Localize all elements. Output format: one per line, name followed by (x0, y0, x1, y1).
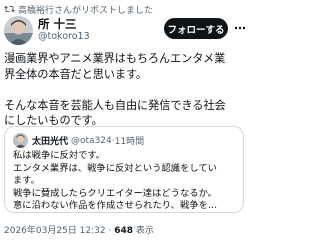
avatar-image (4, 16, 33, 45)
author-name[interactable]: 所 十三 (38, 17, 90, 31)
post-line: 漫画業界やアニメ業界はもちろんエンタメ業 (4, 52, 226, 65)
post-line: 界全体の本音だと思います。 (4, 67, 148, 81)
more-dots-icon[interactable] (234, 22, 246, 34)
quote-author-name: 太田光代 (32, 137, 69, 147)
quote-line: 私は戦争に反対です。 (13, 150, 106, 161)
quote-header: 太田光代 @ota324 · 11時間 (32, 134, 145, 148)
quote-line: 戦争に賛成したらクリエイター達はどうなるか。 (13, 187, 217, 199)
post-paragraph-gap (4, 82, 247, 98)
author-handle[interactable]: @tokoro13 (38, 31, 90, 43)
meta-separator: · (108, 226, 112, 236)
repost-banner-text: 高橋裕行さんがリポストしました (18, 5, 154, 16)
quoted-post-card[interactable]: 太田光代 @ota324 · 11時間 私は戦争に反対です。 エンタメ業界は、戦… (4, 126, 244, 213)
quote-author-avatar[interactable] (13, 133, 28, 148)
post-meta: 2026年03月25日 12:32 · 648 表示 (4, 223, 154, 236)
views-count: 648 (114, 226, 134, 236)
repost-icon (4, 5, 15, 13)
quote-line: ます。 (13, 175, 40, 186)
views-label: 表示 (135, 226, 154, 236)
quote-timestamp: 11時間 (114, 137, 145, 147)
quote-avatar-image (13, 133, 28, 148)
quote-line: 意に沿わない作品を作成させられたり、戦争を… (13, 200, 218, 211)
post-line: そんな本音を芸能人も自由に発信できる社会 (4, 98, 226, 112)
quote-body: 私は戦争に反対です。 エンタメ業界は、戦争に反対という認識をしてい ます。 戦争… (13, 150, 239, 212)
post-timestamp[interactable]: 2026年03月25日 12:32 (4, 226, 106, 236)
author-info[interactable]: 所 十三 @tokoro13 (38, 17, 90, 43)
post-body: 漫画業界やアニメ業界はもちろんエンタメ業 界全体の本音だと思います。 そんな本音… (4, 51, 247, 129)
follow-button[interactable]: フォローする (164, 18, 228, 39)
author-avatar[interactable] (4, 16, 33, 45)
repost-banner[interactable]: 高橋裕行さんがリポストしました (4, 3, 154, 16)
quote-author-handle: @ota324 (71, 135, 112, 146)
quote-line: エンタメ業界は、戦争に反対という認識をしてい (13, 162, 217, 174)
